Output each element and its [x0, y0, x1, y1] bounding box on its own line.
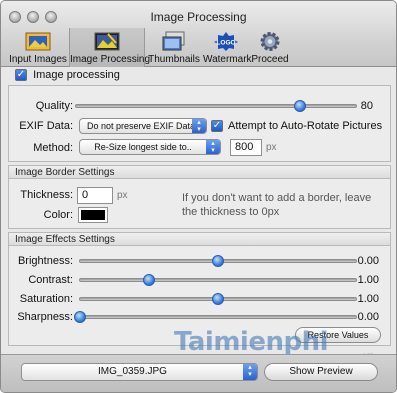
show-preview-button[interactable]: Show Preview [264, 363, 378, 381]
toolbar-thumbnails[interactable]: Thumbnails [147, 28, 201, 67]
color-label: Color: [43, 209, 73, 221]
watermark-icon: LOGO [214, 32, 238, 51]
sharpness-value: 0.00 [357, 311, 379, 323]
saturation-value: 1.00 [357, 293, 379, 305]
input-images-icon [25, 32, 51, 51]
toolbar-proceed[interactable]: Proceed [251, 28, 289, 67]
border-hint: If you don't want to add a border, leave… [182, 192, 372, 218]
auto-rotate-label: Attempt to Auto-Rotate Pictures [228, 120, 383, 132]
brightness-label: Brightness: [17, 255, 73, 267]
image-processing-label: Image processing [33, 69, 120, 82]
border-color-well[interactable] [78, 207, 108, 223]
quality-slider[interactable] [75, 100, 357, 112]
file-popup[interactable]: IMG_0359.JPG ▴ ▾ [21, 363, 258, 381]
saturation-slider-knob[interactable] [212, 293, 224, 305]
exif-label: EXIF Data: [19, 120, 73, 132]
thickness-input[interactable]: 0 [77, 187, 113, 204]
effects-section: Brightness: 0.00 Contrast: 1.00 Saturati… [8, 246, 391, 346]
thickness-unit: px [117, 190, 128, 201]
method-size-input[interactable]: 800 [230, 139, 262, 156]
brightness-slider[interactable] [79, 255, 357, 267]
popup-arrows-icon: ▴ ▾ [243, 364, 257, 380]
quality-value: 80 [360, 100, 373, 112]
sharpness-slider[interactable] [74, 311, 357, 323]
quality-slider-knob[interactable] [294, 100, 306, 112]
effects-section-header: Image Effects Settings [8, 232, 391, 246]
sharpness-slider-knob[interactable] [74, 311, 86, 323]
toolbar-input-images[interactable]: Input Images [7, 28, 69, 67]
method-popup[interactable]: Re-Size longest side to.. ▴ ▾ [79, 139, 221, 155]
border-section: Thickness: 0 px Color: If you don't want… [8, 179, 391, 229]
popup-arrows-icon: ▴ ▾ [192, 119, 206, 133]
toolbar-watermark[interactable]: LOGO Watermark [203, 28, 252, 67]
checkmark-icon: ✓ [15, 69, 27, 82]
image-processing-toggle[interactable]: ✓ Image processing [15, 69, 396, 83]
contrast-slider-knob[interactable] [143, 274, 155, 286]
contrast-slider[interactable] [79, 274, 357, 286]
image-processing-icon [94, 32, 120, 51]
sharpness-label: Sharpness: [17, 311, 73, 323]
exif-popup[interactable]: Do not preserve EXIF Data ▴ ▾ [79, 118, 207, 134]
contrast-value: 1.00 [357, 274, 379, 286]
contrast-label: Contrast: [28, 274, 73, 286]
auto-rotate-checkbox[interactable]: ✓ [211, 120, 223, 132]
window-title: Image Processing [150, 10, 247, 24]
border-section-header: Image Border Settings [8, 165, 391, 179]
popup-arrows-icon: ▴ ▾ [206, 140, 220, 154]
svg-text:LOGO: LOGO [216, 40, 235, 47]
color-swatch [81, 210, 105, 220]
thickness-label: Thickness: [20, 189, 73, 201]
saturation-slider[interactable] [79, 293, 357, 305]
processing-section: Quality: 80 EXIF Data: Do not preserve E… [8, 85, 391, 162]
brightness-value: 0.00 [357, 255, 379, 267]
method-unit: px [266, 142, 277, 153]
gear-icon [260, 32, 280, 51]
bottom-bar: IMG_0359.JPG ▴ ▾ Show Preview [1, 354, 396, 392]
method-label: Method: [33, 142, 73, 154]
app-window: Image Processing Input Images Image Proc… [0, 0, 397, 393]
brightness-slider-knob[interactable] [212, 255, 224, 267]
saturation-label: Saturation: [19, 293, 73, 305]
thumbnails-icon [162, 31, 185, 51]
title-toolbar: Image Processing Input Images Image Proc… [1, 1, 396, 67]
restore-values-button[interactable]: Restore Values [295, 327, 381, 343]
toolbar-image-processing[interactable]: Image Processing [69, 28, 150, 67]
quality-label: Quality: [35, 100, 73, 112]
